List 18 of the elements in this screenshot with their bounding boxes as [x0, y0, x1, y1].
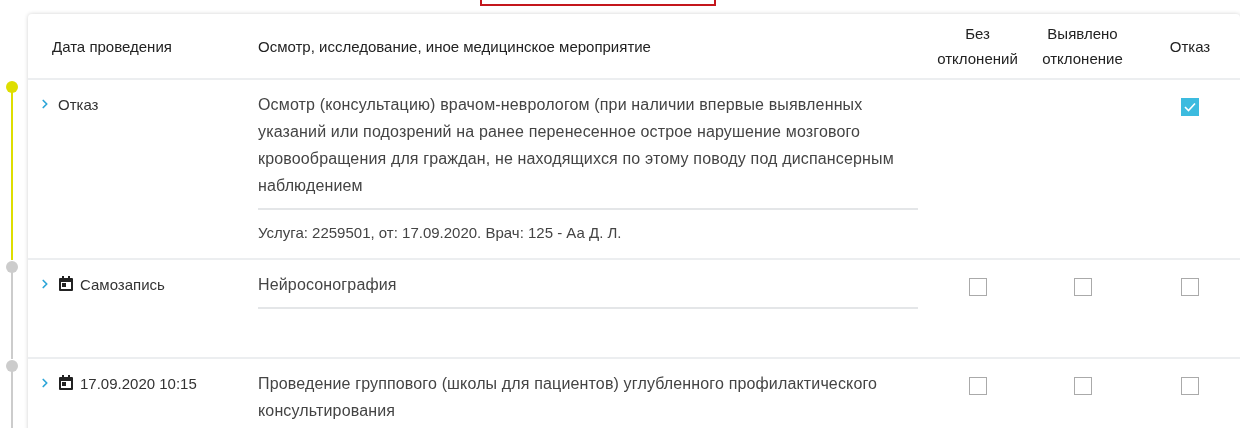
row-date: Отказ	[58, 95, 99, 115]
procedure-name: Нейросонография	[258, 271, 918, 309]
column-header: Отказ	[1169, 36, 1211, 57]
checkbox[interactable]	[1181, 278, 1199, 296]
column-header: Выявлено отклонение	[1041, 24, 1124, 69]
calendar-icon	[58, 276, 74, 292]
column-header: Дата проведения	[52, 36, 172, 57]
procedure-name: Осмотр (консультацию) врачом-неврологом (при наличии впервые выявленных указаний или подозрений на ранее перенесенное острое нарушение мозгового кровообращения для граждан, не находящихся по этому поводу под диспансерным наблюдением	[258, 91, 918, 210]
service-info: Услуга: 2259501, от: 17.09.2020. Врач: 125 - Аа Д. Л.	[258, 223, 623, 243]
row-date: 17.09.2020 10:15	[80, 374, 197, 394]
checkbox[interactable]	[1181, 98, 1199, 116]
calendar-icon	[58, 375, 74, 391]
checkmark-icon	[1184, 102, 1196, 112]
column-header: Осмотр, исследование, иное медицинское мероприятие	[258, 36, 651, 57]
row-date: Самозапись	[80, 275, 165, 295]
checkbox[interactable]	[1181, 377, 1199, 395]
procedure-name: Проведение группового (школы для пациентов) углубленного профилактического консультирования	[258, 370, 918, 428]
column-header: Без отклонений	[936, 24, 1019, 69]
